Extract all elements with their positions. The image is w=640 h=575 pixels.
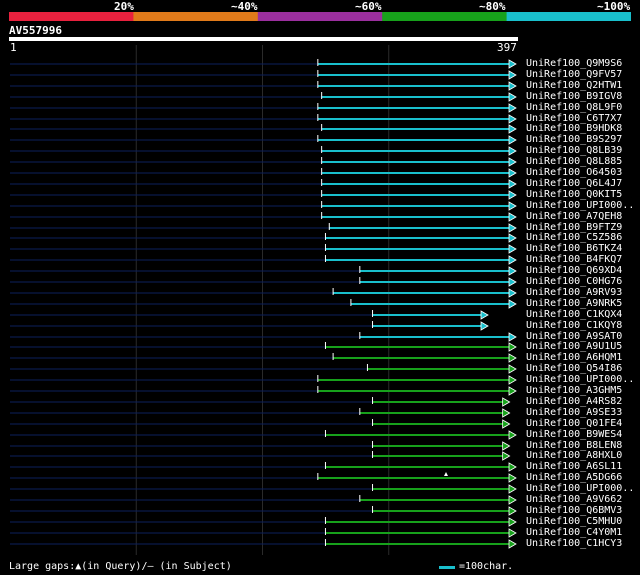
hit-label[interactable]: UniRef100_A6SL11: [526, 461, 622, 472]
alignment-end-arrow: [508, 124, 517, 134]
alignment-end-arrow: [508, 495, 517, 505]
hit-label[interactable]: UniRef100_UPI000..: [526, 374, 634, 385]
hit-label[interactable]: UniRef100_A4RS82: [526, 396, 622, 407]
hit-label[interactable]: UniRef100_A9SE33: [526, 407, 622, 418]
hit-label[interactable]: UniRef100_A9V662: [526, 494, 622, 505]
alignment-end-arrow: [508, 201, 517, 211]
hit-label[interactable]: UniRef100_Q6L4J7: [526, 178, 622, 189]
hit-label[interactable]: UniRef100_UPI000..: [526, 483, 634, 494]
alignment-end-arrow: [508, 539, 517, 549]
hit-label[interactable]: UniRef100_Q9M9S6: [526, 58, 622, 69]
alignment-end-arrow: [508, 430, 517, 440]
hit-label[interactable]: UniRef100_A7QEH8: [526, 211, 622, 222]
alignment-end-arrow: [502, 451, 511, 461]
alignment-end-arrow: [508, 288, 517, 298]
alignment-end-arrow: [508, 277, 517, 287]
alignment-end-arrow: [508, 135, 517, 145]
hit-label[interactable]: UniRef100_B9HDK8: [526, 123, 622, 134]
alignment-end-arrow: [508, 92, 517, 102]
scale-legend-text: =100char.: [459, 561, 514, 572]
hit-label[interactable]: UniRef100_A9U1U5: [526, 341, 622, 352]
hit-label[interactable]: UniRef100_B6TKZ4: [526, 243, 622, 254]
hit-label[interactable]: UniRef100_Q6BMV3: [526, 505, 622, 516]
alignment-end-arrow: [508, 103, 517, 113]
alignment-end-arrow: [508, 233, 517, 243]
alignment-end-arrow: [508, 299, 517, 309]
hit-label[interactable]: UniRef100_C4Y0M1: [526, 527, 622, 538]
alignment-end-arrow: [508, 332, 517, 342]
hit-label[interactable]: UniRef100_B4FKQ7: [526, 254, 622, 265]
hit-label[interactable]: UniRef100_C1KQY8: [526, 320, 622, 331]
alignment-end-arrow: [508, 157, 517, 167]
hit-label[interactable]: UniRef100_B9IGV8: [526, 91, 622, 102]
hit-label[interactable]: UniRef100_A9NRK5: [526, 298, 622, 309]
alignment-end-arrow: [508, 179, 517, 189]
hit-label[interactable]: UniRef100_B9WES4: [526, 429, 622, 440]
hit-label[interactable]: UniRef100_C1HCY3: [526, 538, 622, 549]
hit-label[interactable]: UniRef100_Q8L885: [526, 156, 622, 167]
hit-label[interactable]: UniRef100_C5Z586: [526, 232, 622, 243]
alignment-end-arrow: [508, 342, 517, 352]
alignment-end-arrow: [508, 212, 517, 222]
hit-label[interactable]: UniRef100_Q8L9F0: [526, 102, 622, 113]
hit-label[interactable]: UniRef100_C1KQX4: [526, 309, 622, 320]
hit-label[interactable]: UniRef100_A3GHM5: [526, 385, 622, 396]
alignment-end-arrow: [508, 484, 517, 494]
alignment-end-arrow: [508, 353, 517, 363]
alignment-end-arrow: [502, 408, 511, 418]
alignment-end-arrow: [508, 364, 517, 374]
hit-label[interactable]: UniRef100_O64503: [526, 167, 622, 178]
hit-label[interactable]: UniRef100_Q01FE4: [526, 418, 622, 429]
alignment-end-arrow: [508, 528, 517, 538]
alignment-end-arrow: [502, 441, 511, 451]
alignment-end-arrow: [508, 81, 517, 91]
hit-label[interactable]: UniRef100_B9S297: [526, 134, 622, 145]
hit-label[interactable]: UniRef100_A9RV93: [526, 287, 622, 298]
alignment-end-arrow: [508, 506, 517, 516]
hit-label[interactable]: UniRef100_Q54I86: [526, 363, 622, 374]
alignment-end-arrow: [508, 114, 517, 124]
hit-label[interactable]: UniRef100_C0HG76: [526, 276, 622, 287]
hit-label[interactable]: UniRef100_Q0KIT5: [526, 189, 622, 200]
hit-label[interactable]: UniRef100_Q9FV57: [526, 69, 622, 80]
alignment-end-arrow: [508, 462, 517, 472]
alignment-end-arrow: [508, 266, 517, 276]
alignment-end-arrow: [508, 59, 517, 69]
hit-label[interactable]: UniRef100_Q69XD4: [526, 265, 622, 276]
alignment-end-arrow: [508, 70, 517, 80]
alignment-end-arrow: [480, 310, 489, 320]
hit-label[interactable]: UniRef100_UPI000..: [526, 200, 634, 211]
scale-swatch: [439, 566, 455, 569]
hit-label[interactable]: UniRef100_Q2HTW1: [526, 80, 622, 91]
alignment-end-arrow: [480, 321, 489, 331]
hit-label[interactable]: UniRef100_A6HQM1: [526, 352, 622, 363]
hit-label[interactable]: UniRef100_A5DG66: [526, 472, 622, 483]
alignment-end-arrow: [508, 386, 517, 396]
alignment-end-arrow: [508, 223, 517, 233]
alignment-end-arrow: [508, 375, 517, 385]
query-gap-marker: [444, 472, 448, 476]
alignment-end-arrow: [508, 168, 517, 178]
alignment-end-arrow: [508, 255, 517, 265]
alignment-end-arrow: [508, 146, 517, 156]
hit-label[interactable]: UniRef100_A8HXL0: [526, 450, 622, 461]
hit-label[interactable]: UniRef100_C5MHU0: [526, 516, 622, 527]
alignment-end-arrow: [502, 419, 511, 429]
large-gaps-legend: Large gaps:▲(in Query)/– (in Subject): [9, 561, 232, 572]
alignment-end-arrow: [508, 473, 517, 483]
alignment-end-arrow: [502, 397, 511, 407]
alignment-end-arrow: [508, 244, 517, 254]
alignment-end-arrow: [508, 517, 517, 527]
hit-label[interactable]: UniRef100_Q8LB39: [526, 145, 622, 156]
alignment-end-arrow: [508, 190, 517, 200]
